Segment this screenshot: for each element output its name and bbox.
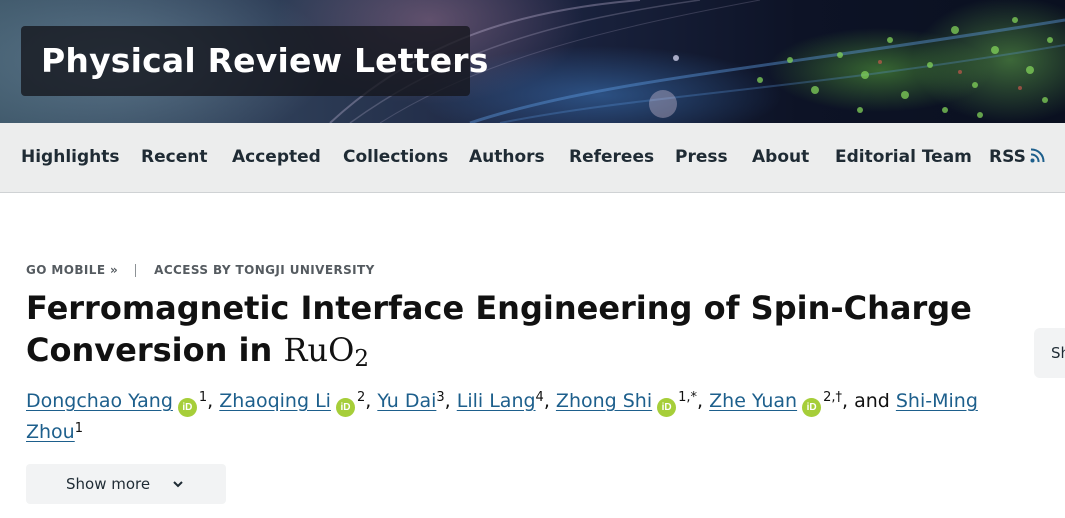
author-separator: , <box>207 390 220 412</box>
show-more-label: Show more <box>66 475 151 493</box>
orcid-icon[interactable]: iD <box>657 398 677 417</box>
header-meta: GO MOBILE » ACCESS BY TONGJI UNIVERSITY <box>26 262 375 278</box>
nav-authors[interactable]: Authors <box>469 123 545 192</box>
access-label: ACCESS BY TONGJI UNIVERSITY <box>154 263 375 277</box>
author-list: Dongchao Yang iD1, Zhaoqing Li iD2, Yu Dai… <box>26 386 1026 447</box>
main-nav: Highlights Recent Accepted Collections A… <box>0 123 1065 193</box>
article-title-text: Ferromagnetic Interface Engineering of S… <box>26 289 972 369</box>
nav-editorial-team[interactable]: Editorial Team <box>835 123 972 192</box>
author-separator: , <box>444 390 457 412</box>
author-separator: , <box>697 390 710 412</box>
journal-title[interactable]: Physical Review Letters <box>21 26 488 96</box>
author-link[interactable]: Zhe Yuan <box>709 390 797 412</box>
author-affiliation: 4 <box>535 390 544 405</box>
author-affiliation: 1,* <box>678 390 698 405</box>
formula-subscript: 2 <box>354 346 369 372</box>
author-link[interactable]: Lili Lang <box>457 390 536 412</box>
journal-banner: Physical Review Letters <box>0 0 1065 123</box>
nav-collections[interactable]: Collections <box>343 123 448 192</box>
nav-recent[interactable]: Recent <box>141 123 207 192</box>
nav-rss[interactable]: RSS <box>989 123 1045 192</box>
author-separator: , <box>365 390 378 412</box>
orcid-icon[interactable]: iD <box>177 398 197 417</box>
article-title: Ferromagnetic Interface Engineering of S… <box>26 287 1026 380</box>
author-affiliation: 1 <box>74 421 84 436</box>
author-separator: , and <box>842 390 896 412</box>
side-tab-button[interactable]: Sh <box>1034 328 1065 378</box>
formula-base: RuO <box>283 331 355 369</box>
author-affiliation: 1 <box>198 390 208 405</box>
show-more-button[interactable]: Show more <box>26 464 226 504</box>
orcid-icon[interactable]: iD <box>335 398 355 417</box>
author-affiliation: 3 <box>436 390 445 405</box>
nav-accepted[interactable]: Accepted <box>232 123 321 192</box>
author-affiliation: 2,† <box>823 390 842 405</box>
title-formula: RuO2 <box>283 331 369 372</box>
author-link[interactable]: Dongchao Yang <box>26 390 173 412</box>
author-affiliation: 2 <box>356 390 366 405</box>
orcid-icon[interactable]: iD <box>802 398 822 417</box>
author-link[interactable]: Zhaoqing Li <box>219 390 331 412</box>
meta-divider <box>135 264 137 277</box>
nav-rss-label: RSS <box>989 147 1026 167</box>
author-separator: , <box>543 390 556 412</box>
nav-about[interactable]: About <box>752 123 809 192</box>
nav-press[interactable]: Press <box>675 123 728 192</box>
go-mobile-link[interactable]: GO MOBILE » <box>26 263 118 277</box>
nav-highlights[interactable]: Highlights <box>21 123 120 192</box>
author-link[interactable]: Yu Dai <box>377 390 436 412</box>
rss-icon <box>1030 148 1045 162</box>
chevron-down-icon <box>173 481 183 488</box>
author-link[interactable]: Zhong Shi <box>556 390 652 412</box>
nav-referees[interactable]: Referees <box>569 123 654 192</box>
